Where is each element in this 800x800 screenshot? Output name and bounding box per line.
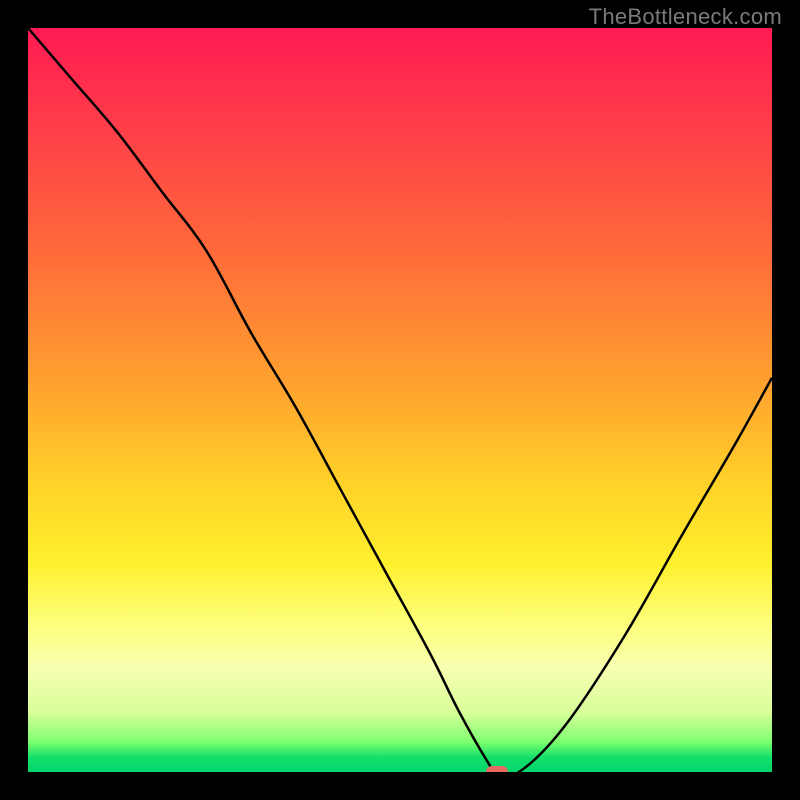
optimum-marker: [486, 766, 508, 772]
bottleneck-curve: [28, 28, 772, 772]
attribution-text: TheBottleneck.com: [589, 4, 782, 30]
plot-area: [28, 28, 772, 772]
curve-path: [28, 28, 772, 772]
chart-container: TheBottleneck.com: [0, 0, 800, 800]
